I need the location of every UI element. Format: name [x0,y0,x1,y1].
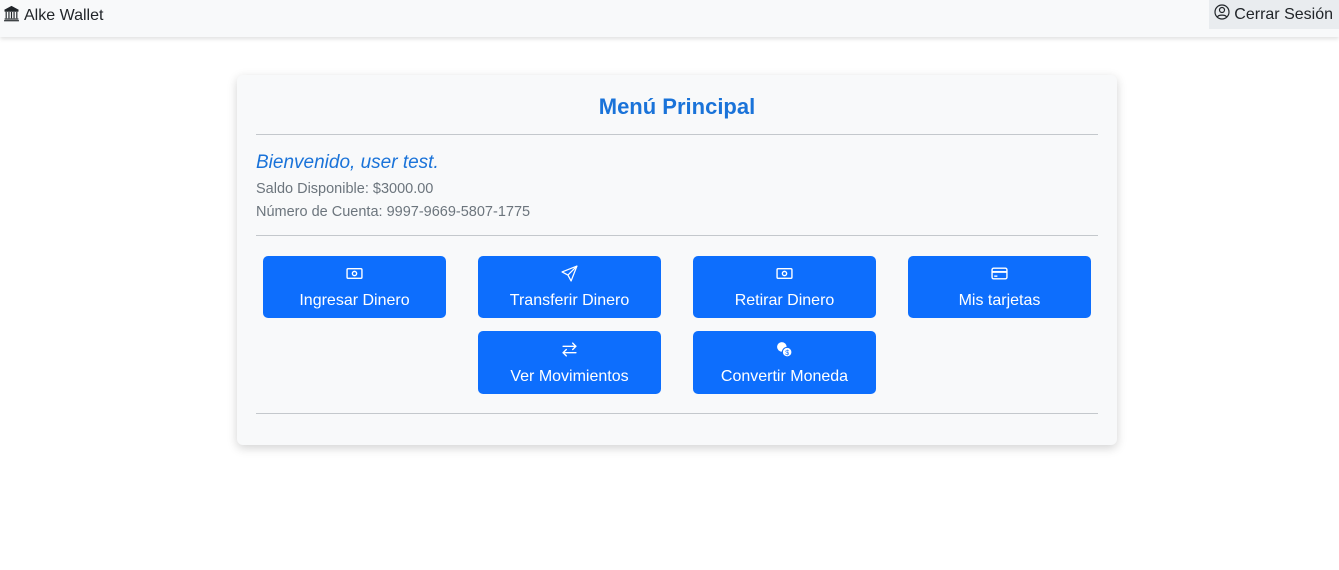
movements-button[interactable]: Ver Movimientos [478,331,661,394]
withdraw-button[interactable]: Retirar Dinero [693,256,876,318]
cash-icon [346,265,363,287]
convert-currency-label: Convertir Moneda [720,367,849,385]
welcome-message: Bienvenido, user test. [256,152,439,173]
brand-label: Alke Wallet [24,7,104,24]
balance-text: Saldo Disponible: $3000.00 [256,181,434,197]
my-cards-button[interactable]: Mis tarjetas [908,256,1091,318]
convert-currency-button[interactable]: $ Convertir Moneda [693,331,876,394]
logout-button[interactable]: Cerrar Sesión [1209,0,1339,29]
movements-label: Ver Movimientos [510,367,629,385]
credit-card-icon [991,265,1008,287]
account-number-text: Número de Cuenta: 9997-9669-5807-1775 [256,204,531,220]
bank-icon [3,5,20,27]
transfer-button[interactable]: Transferir Dinero [478,256,661,318]
navbar: Alke Wallet Cerrar Sesión [0,0,1339,37]
send-icon [561,265,578,287]
withdraw-label: Retirar Dinero [734,292,835,309]
brand-link[interactable]: Alke Wallet [3,5,103,27]
divider [256,134,1098,135]
svg-text:$: $ [785,349,789,356]
my-cards-label: Mis tarjetas [958,292,1041,309]
cash-icon [776,265,793,287]
person-circle-icon [1214,4,1230,25]
deposit-label: Ingresar Dinero [299,292,410,309]
divider [256,413,1098,414]
divider [256,235,1098,236]
main-menu-card: Menú Principal Bienvenido, user test. Sa… [237,75,1117,445]
deposit-button[interactable]: Ingresar Dinero [263,256,446,318]
currency-exchange-icon: $ [776,341,793,363]
arrow-left-right-icon [561,341,578,363]
page-title: Menú Principal [598,94,756,119]
logout-label: Cerrar Sesión [1234,5,1333,23]
transfer-label: Transferir Dinero [509,292,630,309]
